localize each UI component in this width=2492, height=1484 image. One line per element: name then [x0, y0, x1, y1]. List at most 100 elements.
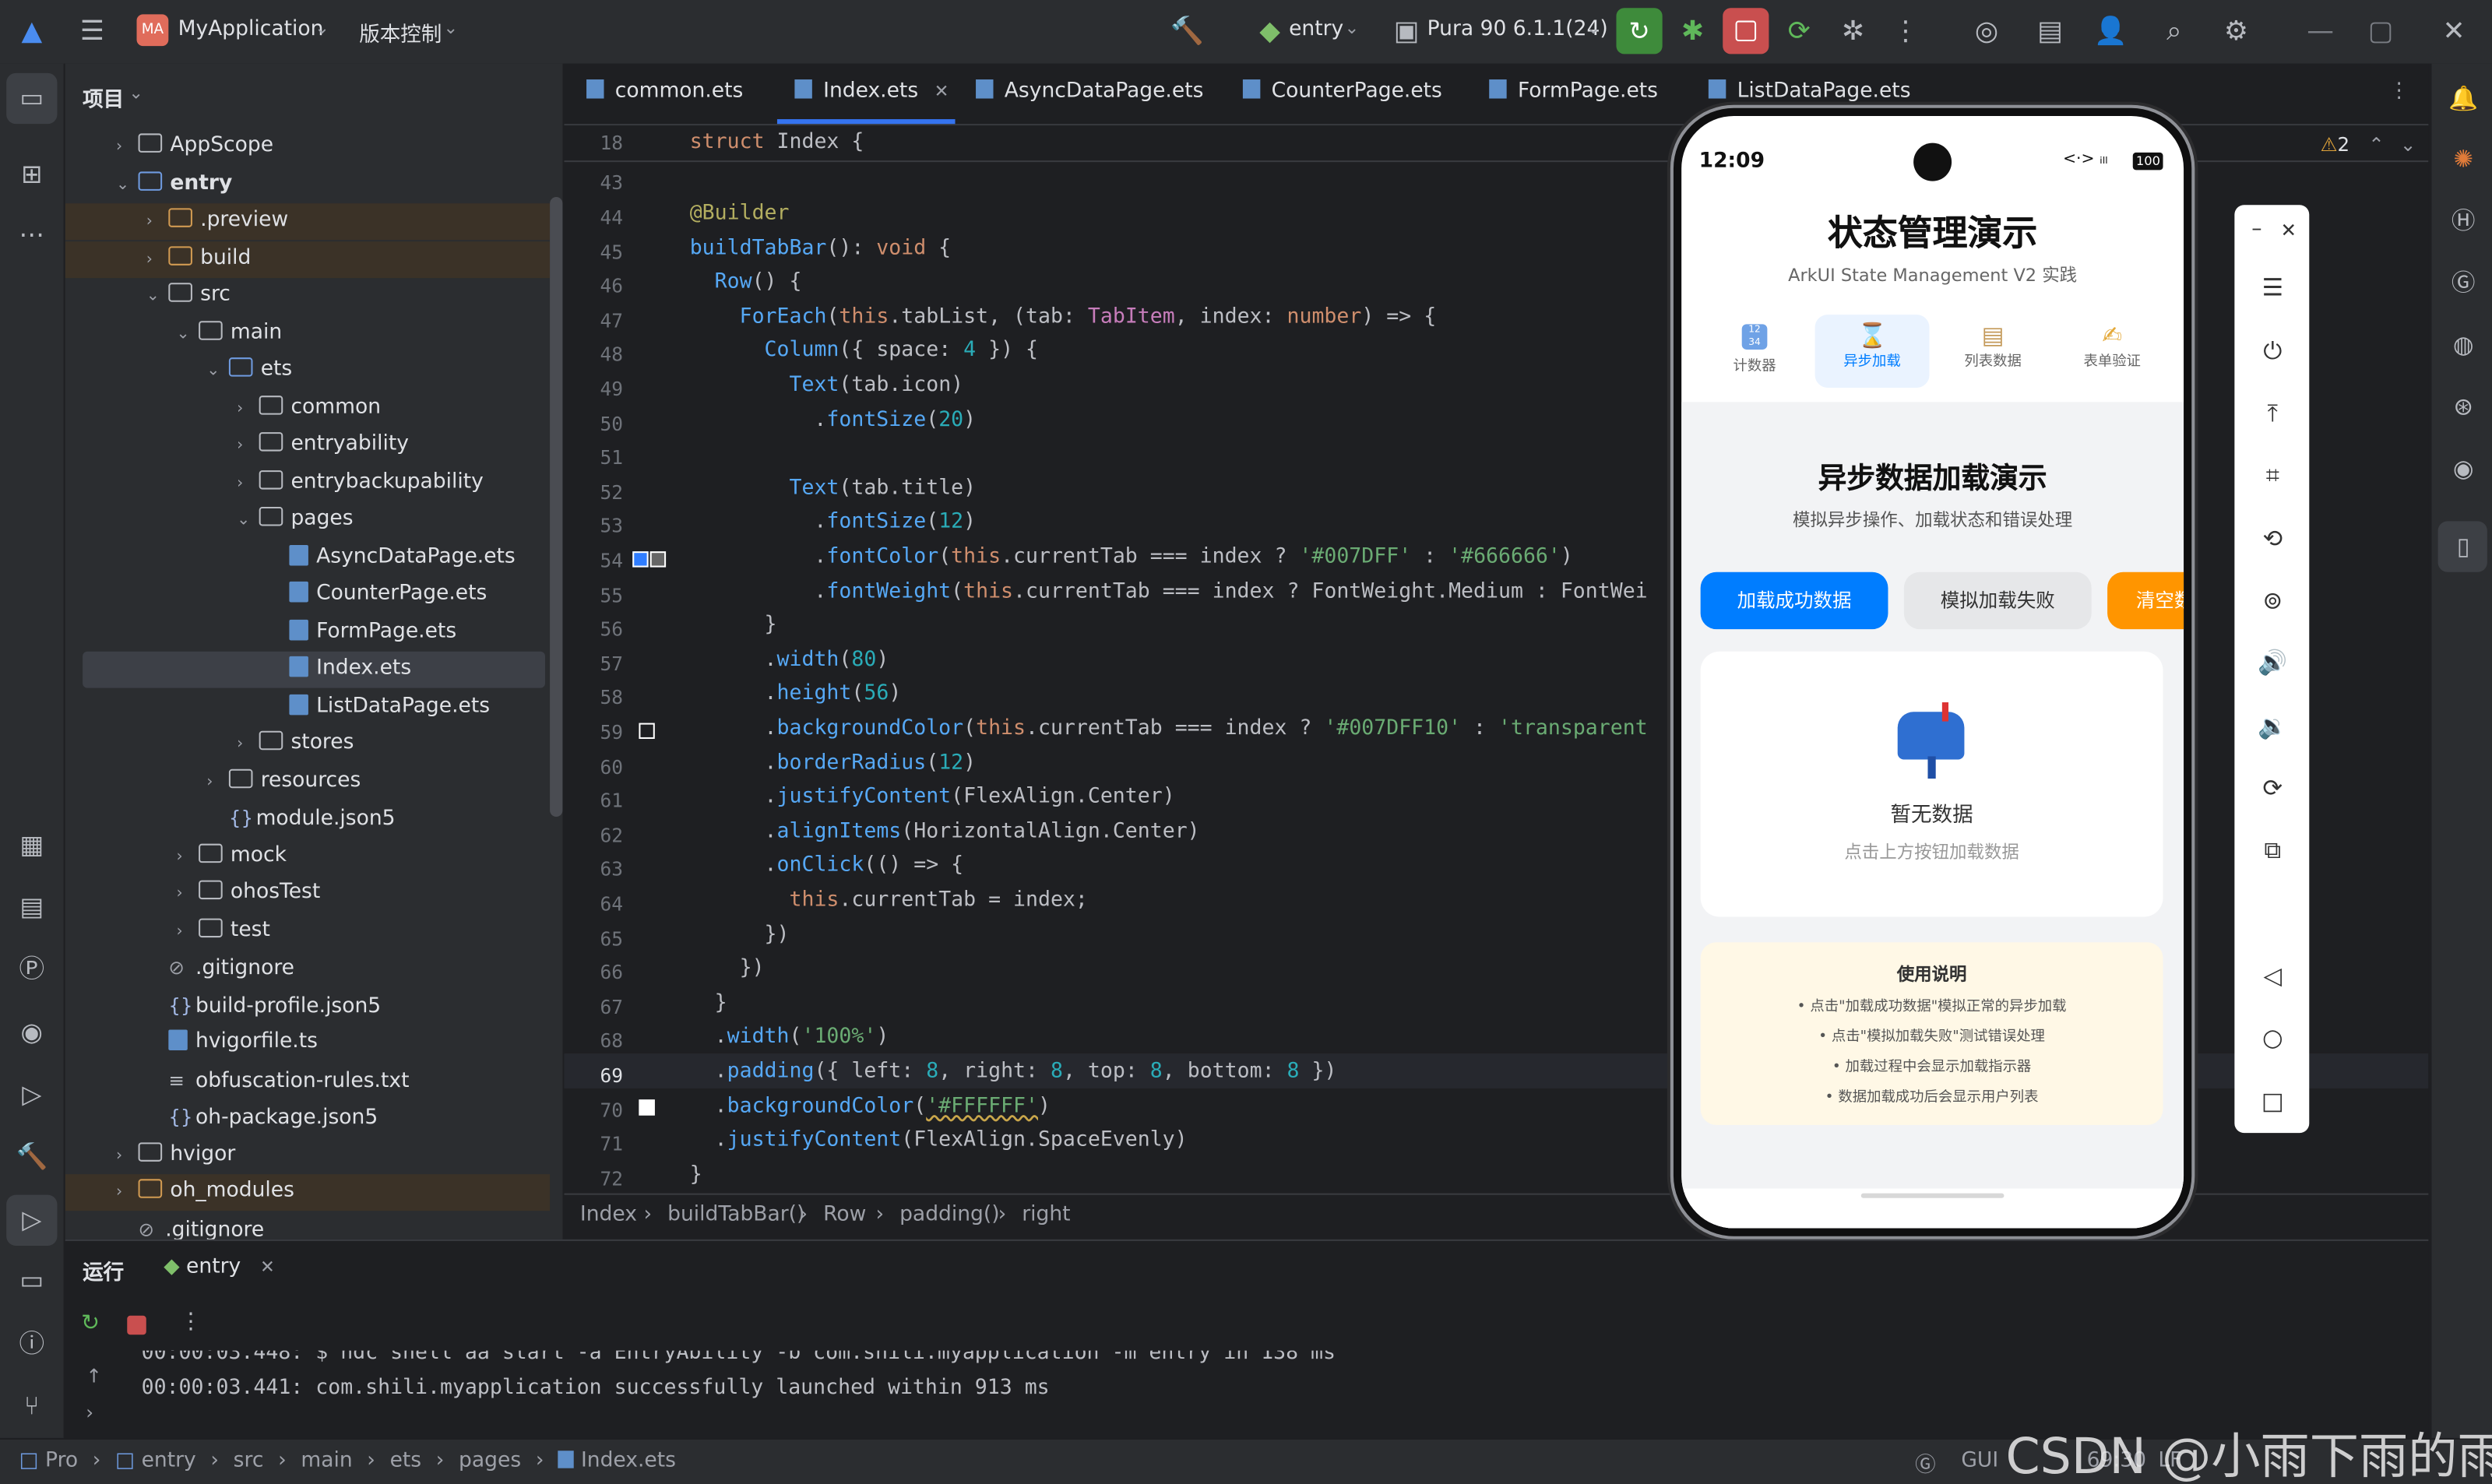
chevron-down-icon[interactable]: ⌄ [237, 504, 259, 539]
device-manager-icon[interactable]: ◎ [1968, 12, 2006, 51]
chevron-right-icon[interactable]: › [146, 205, 169, 240]
tab-async-load[interactable]: ⌛ 异步加载 [1814, 315, 1930, 388]
tree-item[interactable]: FormPage.ets [267, 614, 456, 649]
tree-item[interactable]: › .preview [146, 203, 288, 238]
tab-counter[interactable]: 12 34 计数器 [1699, 315, 1811, 388]
tree-item[interactable]: › stores [237, 726, 354, 761]
account-icon[interactable]: 👤 [2092, 12, 2130, 51]
chevron-right-icon[interactable]: › [177, 877, 199, 913]
volume-up-icon[interactable]: 🔊 [2254, 644, 2292, 682]
build-hammer-icon[interactable]: 🔨 [1168, 12, 1206, 51]
more-icon[interactable]: ⋮ [1886, 12, 1924, 51]
tree-item[interactable]: ⊘ .gitignore [116, 1211, 265, 1240]
search-icon[interactable]: ⌕ [2155, 12, 2193, 51]
project-panel-title[interactable]: 项目 [83, 83, 124, 113]
services-icon[interactable]: ▷ [12, 1076, 51, 1114]
chevron-down-icon[interactable]: ⌄ [116, 167, 139, 202]
tree-item[interactable]: › hvigor [116, 1137, 235, 1172]
more-icon[interactable]: ⋮ [180, 1310, 202, 1335]
tree-item[interactable]: Index.ets [267, 652, 411, 687]
tree-item[interactable]: CounterPage.ets [267, 577, 487, 612]
close-icon[interactable]: ✕ [2435, 12, 2473, 51]
home-icon[interactable]: ○ [2254, 1018, 2292, 1057]
tree-item[interactable]: › entrybackupability [237, 465, 484, 500]
gui-icon[interactable]: Ⓖ [1915, 1447, 1936, 1478]
tree-item[interactable]: › oh_modules [116, 1174, 294, 1209]
tree-item[interactable]: ⌄ entry [116, 166, 232, 201]
breadcrumb-item[interactable]: Index [580, 1203, 637, 1227]
hvigor-icon[interactable]: Ⓗ [2444, 202, 2483, 240]
status-path-item[interactable]: entry [142, 1449, 196, 1473]
status-path-item[interactable]: ets [390, 1449, 422, 1473]
ai-assistant-icon[interactable]: ✺ [2444, 140, 2483, 178]
crop-icon[interactable]: ⌗ [2254, 456, 2292, 494]
scroll-up-icon[interactable]: ↑ [86, 1365, 102, 1387]
stop-button[interactable] [1723, 8, 1769, 55]
project-structure-icon[interactable]: ▤ [2031, 12, 2069, 51]
preview-eye-icon[interactable]: ◉ [2444, 450, 2483, 488]
main-menu-icon[interactable]: ☰ [73, 12, 111, 51]
tree-item[interactable]: hvigorfile.ts [146, 1025, 318, 1060]
chevron-down-icon[interactable]: ⌄ [177, 317, 199, 352]
chevron-right-icon[interactable]: › [237, 728, 259, 763]
tree-item[interactable]: ⌄ src [146, 278, 231, 313]
close-tab-icon[interactable]: ✕ [935, 81, 949, 102]
todo-icon[interactable]: ▦ [12, 826, 51, 864]
tree-item[interactable]: {} module.json5 [206, 801, 396, 836]
close-icon[interactable]: ✕ [2269, 211, 2307, 249]
pin-top-icon[interactable]: ⤒ [2254, 394, 2292, 432]
run-config-dropdown[interactable]: entry [1289, 17, 1343, 41]
chevron-right-icon[interactable]: › [116, 130, 139, 165]
status-path-item[interactable]: Pro [45, 1449, 78, 1473]
chevron-right-icon[interactable]: › [116, 1176, 139, 1211]
tree-item[interactable]: › test [177, 913, 270, 948]
tree-item[interactable]: ListDataPage.ets [267, 689, 490, 724]
tab-index[interactable]: Index.ets ✕ [794, 79, 949, 104]
color-swatch-white[interactable] [639, 1099, 655, 1116]
tree-item[interactable]: › resources [206, 764, 361, 799]
chevron-right-icon[interactable]: › [177, 840, 199, 875]
warning-indicator[interactable]: ⚠2 ⌃ ⌄ [2321, 133, 2416, 156]
tab-list-data[interactable]: ▤ 列表数据 [1936, 315, 2050, 388]
tabs-more-icon[interactable]: ⋮ [2388, 79, 2409, 104]
breadcrumb-item[interactable]: Row [823, 1203, 866, 1227]
project-name-dropdown[interactable]: MyApplication [178, 17, 324, 41]
chevron-up-icon[interactable]: ⌃ [2368, 133, 2385, 156]
chevron-down-icon[interactable]: ⌄ [146, 280, 169, 315]
emulator-icon[interactable]: ⊛ [2444, 388, 2483, 426]
tree-item[interactable]: ≡ obfuscation-rules.txt [146, 1062, 410, 1097]
problems-icon[interactable]: ⓘ [12, 1325, 51, 1363]
tree-item[interactable]: › AppScope [116, 128, 273, 164]
device-dropdown[interactable]: Pura 90 6.1.1(24) [1427, 17, 1608, 41]
notifications-icon[interactable]: 🔔 [2444, 79, 2483, 118]
chevron-right-icon[interactable]: › [237, 466, 259, 501]
folder-icon[interactable]: ▭ [12, 79, 51, 118]
rotate-icon[interactable]: ⟲ [2254, 519, 2292, 557]
status-path-item[interactable]: pages [459, 1449, 521, 1473]
debug-icon[interactable]: ✱ [1674, 12, 1712, 51]
volume-down-icon[interactable]: 🔉 [2254, 707, 2292, 745]
tab-asyncdatapage[interactable]: AsyncDataPage.ets [976, 79, 1203, 104]
breadcrumb-item[interactable]: right [1022, 1203, 1070, 1227]
rerun-icon[interactable]: ↻ [1616, 8, 1663, 55]
attach-debugger-icon[interactable]: ✲ [1834, 12, 1872, 51]
structure-icon[interactable]: ⊞ [12, 156, 51, 194]
simulate-fail-button[interactable]: 模拟加载失败 [1903, 571, 2092, 630]
breadcrumb-item[interactable]: padding() [899, 1203, 1000, 1227]
chevron-right-icon[interactable]: › [146, 242, 169, 277]
tree-item[interactable]: AsyncDataPage.ets [267, 540, 516, 575]
recents-icon[interactable]: □ [2254, 1082, 2292, 1120]
chevron-right-icon[interactable]: › [86, 1401, 93, 1424]
chevron-right-icon[interactable]: › [177, 914, 199, 949]
tree-item[interactable]: › ohosTest [177, 875, 320, 913]
tree-item[interactable]: ⌄ ets [206, 353, 292, 388]
maximize-icon[interactable]: ▢ [2362, 12, 2400, 51]
minimize-icon[interactable]: — [2301, 12, 2339, 51]
color-swatch-gray[interactable] [649, 551, 667, 568]
shake-icon[interactable]: ⟳ [2254, 769, 2292, 807]
tree-scrollbar[interactable] [550, 197, 563, 817]
home-indicator[interactable] [1860, 1193, 2005, 1198]
build-tool-icon[interactable]: 🔨 [12, 1138, 51, 1176]
settings-gear-icon[interactable]: ⚙ [2217, 12, 2255, 51]
close-tab-icon[interactable]: ✕ [260, 1257, 275, 1278]
